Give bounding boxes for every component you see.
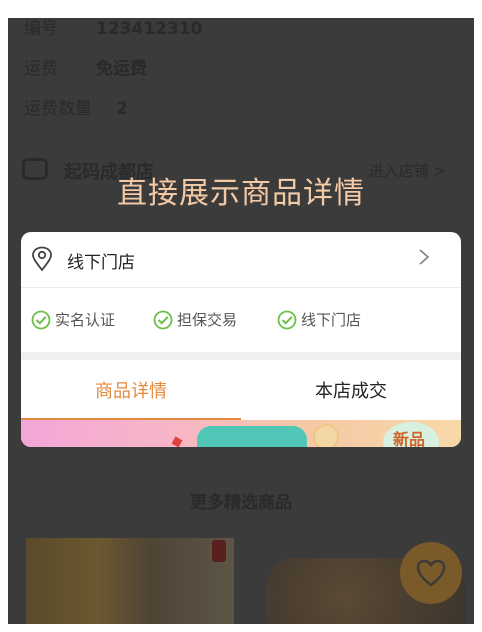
detail-tabs: 商品详情 本店成交 (21, 360, 461, 422)
badge-real-name: 实名认证 (31, 309, 115, 330)
badge-guaranteed-trade: 担保交易 (153, 309, 237, 330)
offline-store-label: 线下门店 (67, 253, 135, 273)
new-badge: 新品 (383, 422, 439, 447)
check-circle-icon (31, 310, 51, 329)
tab-store-transactions[interactable]: 本店成交 (241, 360, 461, 420)
offline-store-row[interactable]: 线下门店 (21, 232, 461, 288)
favorite-button (400, 542, 462, 604)
sun-icon (313, 424, 339, 447)
promo-banner[interactable]: 新品 (21, 420, 461, 447)
check-circle-icon (277, 310, 297, 329)
banner-decoration (197, 426, 307, 447)
section-divider (21, 352, 461, 360)
badge-offline-store: 线下门店 (277, 309, 361, 330)
background-row-number: 编号 123412310 (24, 19, 203, 39)
banner-decoration (171, 436, 183, 447)
more-products-title: 更多精选商品 (190, 493, 292, 513)
trust-badges: 实名认证 担保交易 线下门店 (21, 289, 461, 349)
overlay-title: 直接展示商品详情 (117, 176, 365, 211)
store-detail-popup: 线下门店 实名认证 担保交易 线下门店 商品详情 本店成交 新品 (21, 232, 461, 447)
location-pin-icon (32, 246, 52, 272)
tab-product-details[interactable]: 商品详情 (21, 360, 241, 420)
check-circle-icon (153, 310, 173, 329)
chevron-right-icon (419, 249, 430, 265)
background-row-quantity: 运费数量 2 (24, 99, 128, 119)
product-image (26, 538, 234, 624)
heart-icon (416, 559, 446, 587)
background-row-shipping: 运费 免运费 (24, 59, 147, 79)
